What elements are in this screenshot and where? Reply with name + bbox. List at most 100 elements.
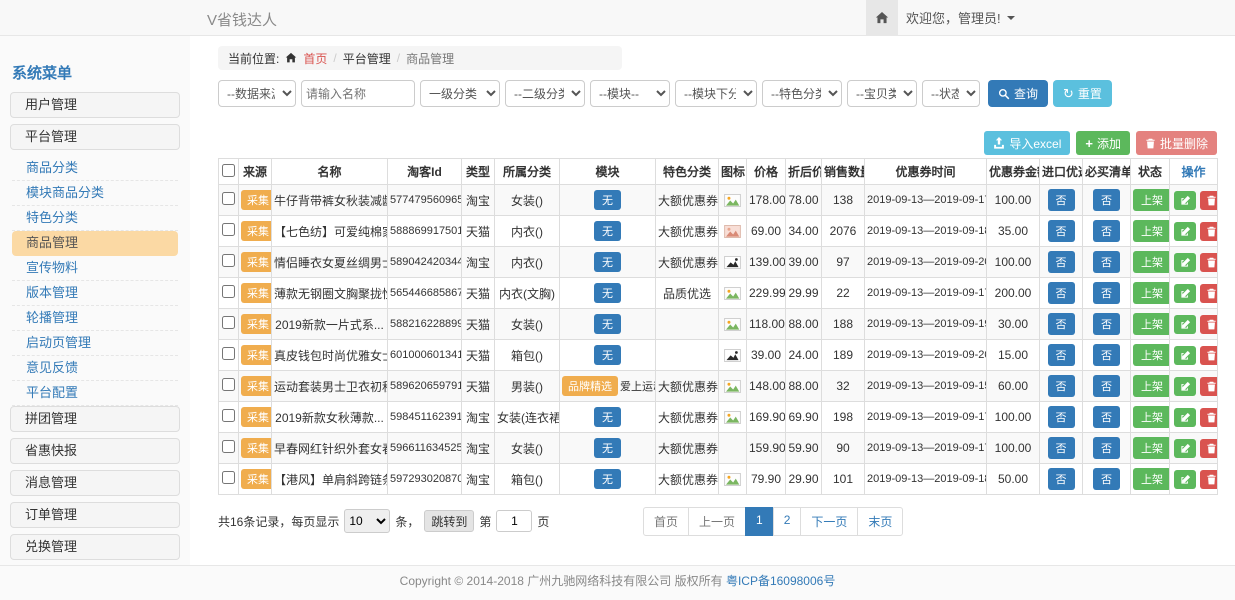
sidebar-item[interactable]: 宣传物料 [12,256,178,281]
jump-button[interactable]: 跳转到 [424,510,474,532]
row-checkbox[interactable] [222,471,235,484]
reset-button[interactable]: ↻ 重置 [1053,80,1112,107]
select-all-checkbox[interactable] [222,164,235,177]
sidebar-item[interactable]: 平台配置 [12,381,178,406]
edit-button[interactable] [1174,439,1196,458]
delete-button[interactable] [1200,408,1218,427]
sidebar-item[interactable]: 商品分类 [12,156,178,181]
filter-select[interactable]: --二级分类-- [505,80,585,107]
edit-button[interactable] [1174,377,1196,396]
per-page-select[interactable]: 10 [344,509,390,533]
name-search-input[interactable] [301,80,415,107]
search-button[interactable]: 查询 [988,80,1048,107]
row-checkbox[interactable] [222,254,235,267]
page-button[interactable]: 下一页 [800,507,858,536]
mustbuy-toggle-button[interactable]: 否 [1093,375,1120,397]
row-checkbox[interactable] [222,223,235,236]
page-button[interactable]: 末页 [857,507,903,536]
sidebar-item[interactable]: 商品管理 [12,231,178,256]
row-checkbox[interactable] [222,440,235,453]
import-toggle-button[interactable]: 否 [1048,437,1075,459]
status-button[interactable]: 上架 [1133,406,1170,428]
import-toggle-button[interactable]: 否 [1048,251,1075,273]
sidebar-group[interactable]: 消息管理 [10,470,180,496]
page-button[interactable]: 1 [745,507,774,536]
row-checkbox[interactable] [222,285,235,298]
delete-button[interactable] [1200,439,1218,458]
filter-select[interactable]: --宝贝类型-- [847,80,917,107]
mustbuy-toggle-button[interactable]: 否 [1093,406,1120,428]
page-button[interactable]: 首页 [643,507,689,536]
edit-button[interactable] [1174,191,1196,210]
sidebar-item[interactable]: 特色分类 [12,206,178,231]
sidebar-group[interactable]: 省惠快报 [10,438,180,464]
import-toggle-button[interactable]: 否 [1048,282,1075,304]
import-toggle-button[interactable]: 否 [1048,406,1075,428]
mustbuy-toggle-button[interactable]: 否 [1093,313,1120,335]
edit-button[interactable] [1174,315,1196,334]
row-checkbox[interactable] [222,316,235,329]
mustbuy-toggle-button[interactable]: 否 [1093,251,1120,273]
status-button[interactable]: 上架 [1133,251,1170,273]
sidebar-group[interactable]: 用户管理 [10,92,180,118]
status-button[interactable]: 上架 [1133,313,1170,335]
delete-button[interactable] [1200,253,1218,272]
sidebar-group[interactable]: 兑换管理 [10,534,180,560]
status-button[interactable]: 上架 [1133,468,1170,490]
edit-button[interactable] [1174,408,1196,427]
edit-button[interactable] [1174,470,1196,489]
sidebar-group[interactable]: 订单管理 [10,502,180,528]
import-excel-button[interactable]: 导入excel [984,131,1070,155]
sidebar-group[interactable]: 平台管理 [10,124,180,150]
import-toggle-button[interactable]: 否 [1048,313,1075,335]
row-checkbox[interactable] [222,409,235,422]
sidebar-item[interactable]: 意见反馈 [12,356,178,381]
filter-select[interactable]: --模块-- [590,80,670,107]
sidebar-item[interactable]: 轮播管理 [12,306,178,331]
sidebar-item[interactable]: 版本管理 [12,281,178,306]
mustbuy-toggle-button[interactable]: 否 [1093,220,1120,242]
batch-delete-button[interactable]: 批量删除 [1136,131,1217,155]
user-menu[interactable]: 欢迎您，管理员! [906,0,1015,35]
edit-button[interactable] [1174,253,1196,272]
status-button[interactable]: 上架 [1133,220,1170,242]
home-button[interactable] [866,0,898,35]
add-button[interactable]: + 添加 [1076,131,1130,155]
status-button[interactable]: 上架 [1133,282,1170,304]
edit-button[interactable] [1174,222,1196,241]
import-toggle-button[interactable]: 否 [1048,375,1075,397]
delete-button[interactable] [1200,222,1218,241]
breadcrumb-home-link[interactable]: 首页 [303,50,327,67]
import-toggle-button[interactable]: 否 [1048,468,1075,490]
delete-button[interactable] [1200,191,1218,210]
delete-button[interactable] [1200,470,1218,489]
row-checkbox[interactable] [222,347,235,360]
delete-button[interactable] [1200,346,1218,365]
filter-select[interactable]: --状态-- [922,80,980,107]
icp-link[interactable]: 粤ICP备16098006号 [726,574,835,588]
sidebar-group[interactable]: 拼团管理 [10,406,180,432]
status-button[interactable]: 上架 [1133,189,1170,211]
page-button[interactable]: 2 [773,507,802,536]
status-button[interactable]: 上架 [1133,375,1170,397]
edit-button[interactable] [1174,284,1196,303]
row-checkbox[interactable] [222,378,235,391]
delete-button[interactable] [1200,377,1218,396]
mustbuy-toggle-button[interactable]: 否 [1093,189,1120,211]
status-button[interactable]: 上架 [1133,437,1170,459]
filter-select[interactable]: --模块下分类-- [675,80,757,107]
page-number-input[interactable] [496,510,532,532]
status-button[interactable]: 上架 [1133,344,1170,366]
mustbuy-toggle-button[interactable]: 否 [1093,344,1120,366]
row-checkbox[interactable] [222,192,235,205]
sidebar-item[interactable]: 模块商品分类 [12,181,178,206]
import-toggle-button[interactable]: 否 [1048,189,1075,211]
import-toggle-button[interactable]: 否 [1048,220,1075,242]
mustbuy-toggle-button[interactable]: 否 [1093,468,1120,490]
filter-select[interactable]: 一级分类 [420,80,500,107]
delete-button[interactable] [1200,315,1218,334]
mustbuy-toggle-button[interactable]: 否 [1093,437,1120,459]
mustbuy-toggle-button[interactable]: 否 [1093,282,1120,304]
edit-button[interactable] [1174,346,1196,365]
page-button[interactable]: 上一页 [688,507,746,536]
